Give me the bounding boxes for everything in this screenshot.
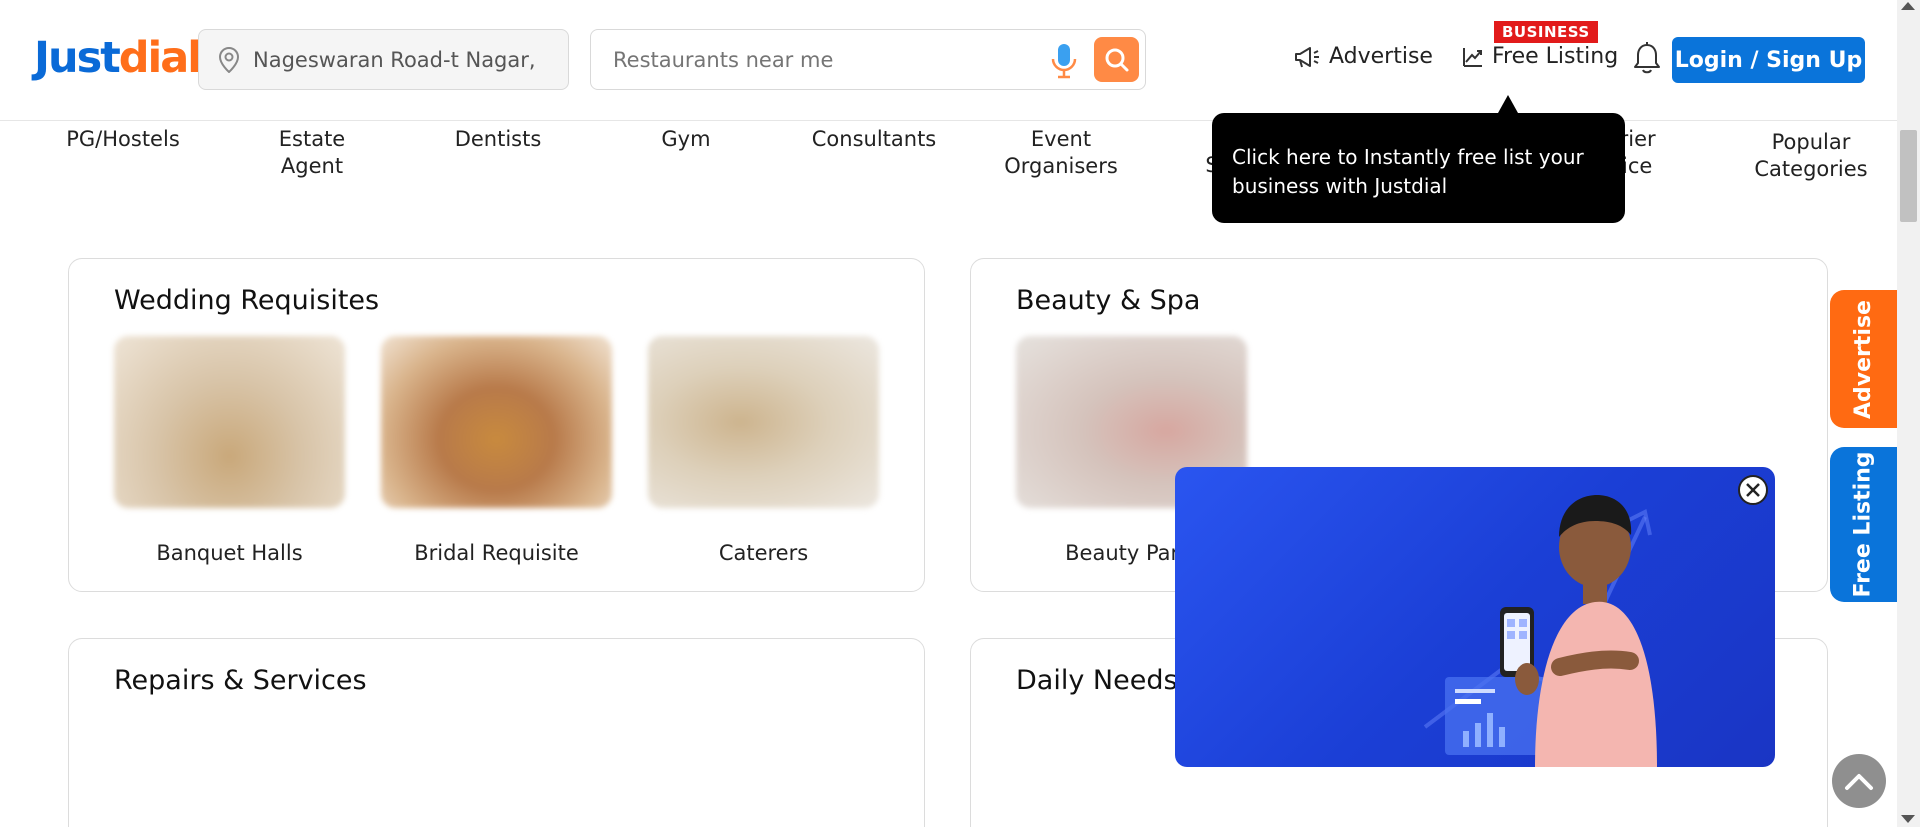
tooltip-arrow — [1498, 95, 1518, 113]
free-listing-label: Free Listing — [1492, 44, 1619, 69]
search-icon — [1105, 48, 1128, 71]
search-box[interactable] — [590, 29, 1146, 90]
section-wedding-requisites: Wedding Requisites Banquet Halls Bridal … — [68, 258, 925, 592]
section-title: Beauty & Spa — [1016, 285, 1201, 316]
location-pin-icon — [215, 46, 243, 74]
close-icon — [1746, 483, 1760, 497]
category-gym[interactable]: Gym — [636, 126, 736, 153]
category-dentists[interactable]: Dentists — [438, 126, 558, 153]
logo-text-dial: dial — [118, 33, 202, 83]
scrollbar-thumb[interactable] — [1900, 130, 1917, 222]
microphone-icon[interactable] — [1049, 42, 1079, 80]
side-tab-free-listing[interactable]: Free Listing — [1830, 447, 1897, 602]
search-button[interactable] — [1094, 37, 1139, 82]
login-signup-button[interactable]: Login / Sign Up — [1672, 37, 1865, 83]
promo-popup[interactable] — [1175, 467, 1775, 767]
free-listing-tooltip: Click here to Instantly free list your b… — [1212, 113, 1625, 223]
business-badge: BUSINESS — [1494, 21, 1598, 43]
vertical-scrollbar[interactable] — [1897, 0, 1920, 827]
category-consultants[interactable]: Consultants — [804, 126, 944, 153]
advertise-link[interactable]: Advertise — [1293, 44, 1433, 69]
promo-illustration — [1423, 495, 1657, 767]
scroll-to-top-button[interactable] — [1832, 754, 1886, 808]
section-title: Repairs & Services — [114, 665, 367, 696]
tile-caterers[interactable]: Caterers — [648, 336, 879, 565]
bridal-requisite-image — [381, 336, 612, 508]
logo-text-just: Just — [34, 33, 121, 83]
side-tab-label: Free Listing — [1851, 451, 1876, 598]
megaphone-icon — [1295, 46, 1319, 67]
section-title: Daily Needs — [1016, 665, 1178, 696]
free-listing-link[interactable]: Free Listing — [1462, 44, 1618, 69]
category-popular-categories[interactable]: Popular Categories — [1748, 129, 1874, 183]
tile-label: Banquet Halls — [156, 541, 303, 565]
section-repairs-services: Repairs & Services — [68, 638, 925, 827]
banquet-halls-image — [114, 336, 345, 508]
location-input[interactable] — [253, 47, 543, 72]
caterers-image — [648, 336, 879, 508]
scroll-down-arrow-icon[interactable] — [1901, 815, 1915, 823]
tile-bridal-requisite[interactable]: Bridal Requisite — [381, 336, 612, 565]
trending-up-icon — [1463, 47, 1482, 67]
notification-bell-icon[interactable] — [1632, 42, 1662, 76]
tile-banquet-halls[interactable]: Banquet Halls — [114, 336, 345, 565]
section-title: Wedding Requisites — [114, 285, 380, 316]
side-tab-label: Advertise — [1851, 299, 1876, 419]
side-tab-advertise[interactable]: Advertise — [1830, 290, 1897, 428]
tile-label: Caterers — [718, 541, 809, 565]
location-box[interactable] — [198, 29, 569, 90]
justdial-logo[interactable]: Justdial — [34, 33, 202, 83]
tile-label: Bridal Requisite — [414, 541, 579, 565]
page: Justdial Advertise BUSINESS Free Listing — [0, 0, 1920, 827]
scroll-up-arrow-icon[interactable] — [1901, 2, 1915, 10]
search-input[interactable] — [613, 47, 1033, 72]
category-estate-agent[interactable]: Estate Agent — [262, 126, 362, 180]
promo-close-button[interactable] — [1738, 475, 1768, 505]
top-header: Justdial Advertise BUSINESS Free Listing — [0, 0, 1897, 121]
advertise-label: Advertise — [1329, 44, 1433, 69]
category-pg-hostels[interactable]: PG/Hostels — [58, 126, 188, 153]
chevron-up-icon — [1845, 774, 1873, 790]
category-event-organisers[interactable]: Event Organisers — [996, 126, 1126, 180]
